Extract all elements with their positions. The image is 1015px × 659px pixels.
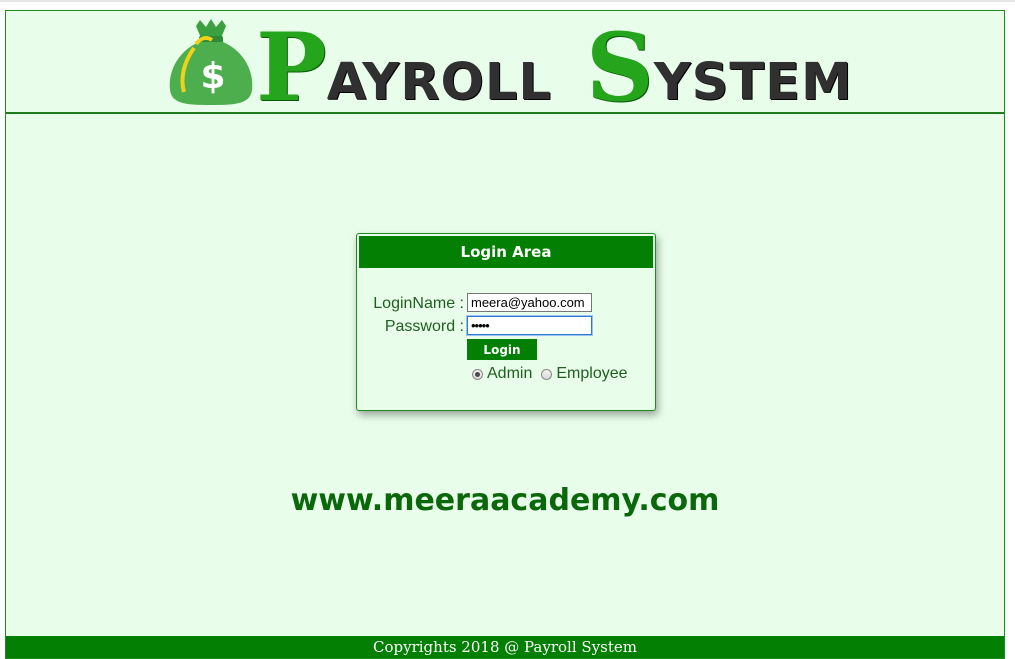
title-cap-p: P bbox=[256, 13, 327, 123]
header-banner: $ P AYROLL S YSTEM bbox=[6, 11, 1004, 123]
admin-radio[interactable] bbox=[472, 368, 483, 380]
website-url: www.meeraacademy.com bbox=[290, 483, 720, 518]
title-word-payroll: P AYROLL bbox=[256, 13, 552, 123]
title-cap-s: S bbox=[585, 13, 654, 123]
svg-text:$: $ bbox=[200, 56, 225, 97]
login-panel-heading: Login Area bbox=[359, 236, 653, 268]
employee-radio-label[interactable]: Employee bbox=[556, 365, 627, 383]
employee-radio[interactable] bbox=[541, 368, 553, 380]
page-frame: $ P AYROLL S YSTEM Login Area LoginName … bbox=[5, 10, 1005, 659]
login-button[interactable]: Login bbox=[467, 339, 537, 360]
copyright-text: Copyrights 2018 @ Payroll System bbox=[373, 638, 637, 656]
app-title: P AYROLL S YSTEM bbox=[256, 13, 853, 123]
money-bag-icon: $ bbox=[166, 16, 256, 108]
admin-radio-label[interactable]: Admin bbox=[487, 365, 532, 383]
browser-top-line bbox=[0, 0, 1015, 2]
password-input[interactable]: ••••• bbox=[467, 316, 592, 335]
title-rest-system: YSTEM bbox=[653, 53, 853, 112]
password-label: Password : bbox=[384, 318, 464, 335]
role-radio-group: Admin Employee bbox=[472, 365, 637, 383]
login-panel: Login Area LoginName : meera@yahoo.com P… bbox=[356, 233, 656, 411]
footer-bar: Copyrights 2018 @ Payroll System bbox=[6, 636, 1004, 658]
title-rest-payroll: AYROLL bbox=[326, 53, 552, 112]
login-name-label: LoginName : bbox=[373, 295, 464, 312]
login-name-input[interactable]: meera@yahoo.com bbox=[467, 293, 592, 312]
title-word-system: S YSTEM bbox=[585, 13, 853, 123]
